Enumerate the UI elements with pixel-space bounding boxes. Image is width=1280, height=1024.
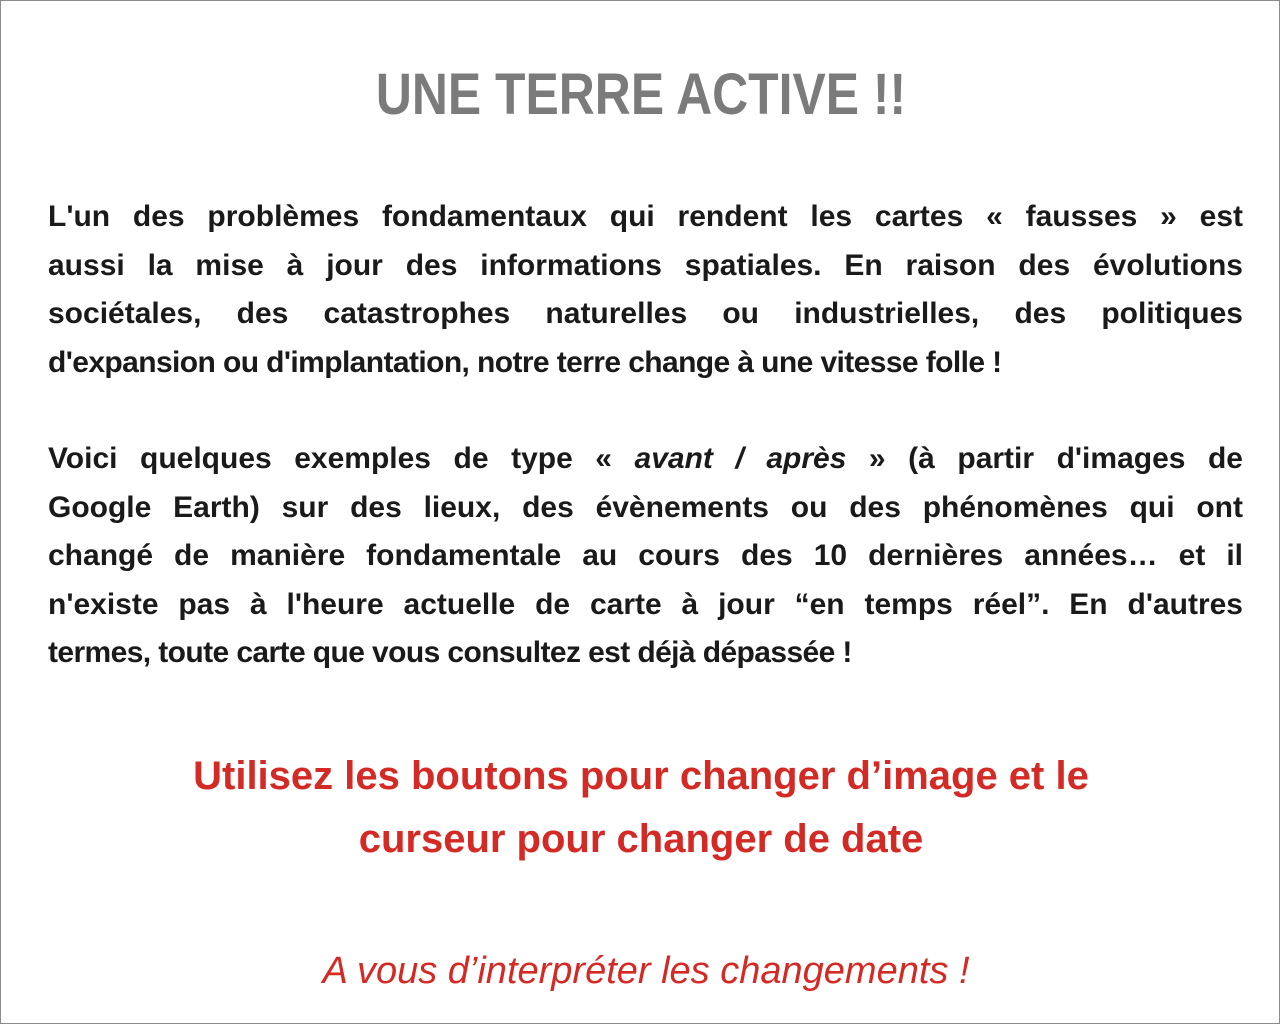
intro-line: aussi la mise à jour des informations sp… <box>48 248 1243 282</box>
examples-line: Voici quelques exemples de type « avant … <box>48 435 1243 484</box>
intro-line: sociétales, des catastrophes naturelles … <box>48 297 1243 330</box>
examples-line: n'existe pas à l'heure actuelle de carte… <box>48 587 1243 621</box>
intro-line: d'expansion ou d'implantation, notre ter… <box>48 345 1002 379</box>
slide-frame: UNE TERRE ACTIVE !! L'un des problèmes f… <box>0 0 1280 1024</box>
intro-line: L'un des problèmes fondamentaux qui rend… <box>48 200 1243 233</box>
instruction-line: curseur pour changer de date <box>358 817 924 861</box>
closing-text: A vous d’interpréter les changements ! <box>322 950 970 992</box>
examples-line-start: Voici quelques exemples de type « <box>48 442 635 475</box>
intro-paragraph: L'un des problèmes fondamentaux qui rend… <box>48 193 1243 387</box>
examples-line-italic: avant / après <box>634 442 847 475</box>
instruction-text: Utilisez les boutons pour changer d’imag… <box>1 745 1280 871</box>
examples-line: Google Earth) sur des lieux, des évèneme… <box>48 490 1243 524</box>
examples-line-end: » (à partir d'images de <box>846 442 1243 475</box>
examples-paragraph: Voici quelques exemples de type « avant … <box>48 435 1243 678</box>
examples-line: changé de manière fondamentale au cours … <box>48 539 1243 572</box>
examples-line: termes, toute carte que vous consultez e… <box>48 636 852 669</box>
page-title: UNE TERRE ACTIVE !! <box>375 62 907 127</box>
instruction-line: Utilisez les boutons pour changer d’imag… <box>193 754 1089 798</box>
